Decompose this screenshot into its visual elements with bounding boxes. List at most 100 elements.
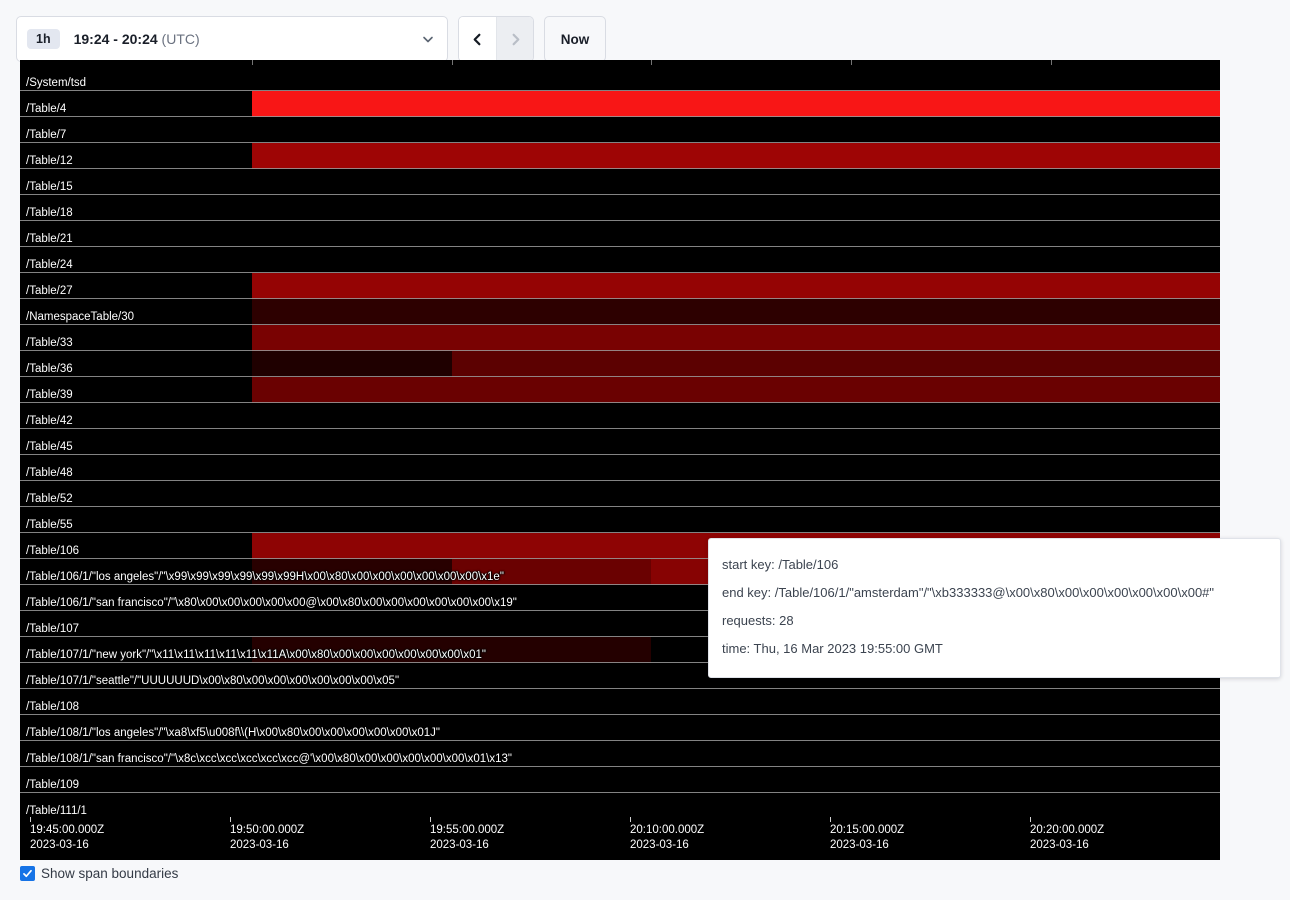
heatmap-cell[interactable] <box>651 767 851 793</box>
heatmap-cell[interactable] <box>1051 143 1220 169</box>
heatmap-cell[interactable] <box>20 351 252 377</box>
heatmap-cell[interactable] <box>20 533 252 559</box>
heatmap-cell[interactable] <box>452 585 651 611</box>
heatmap-cell[interactable] <box>252 559 452 585</box>
heatmap-cell[interactable] <box>20 221 252 247</box>
heatmap-cell[interactable] <box>651 169 851 195</box>
heatmap-cell[interactable] <box>1051 767 1220 793</box>
heatmap-cell[interactable] <box>252 429 452 455</box>
heatmap-cell[interactable] <box>452 793 651 817</box>
heatmap-row[interactable]: /NamespaceTable/30 <box>20 299 1220 325</box>
heatmap-cell[interactable] <box>252 715 452 741</box>
heatmap-cell[interactable] <box>651 91 851 117</box>
heatmap-row[interactable]: /Table/42 <box>20 403 1220 429</box>
heatmap-cell[interactable] <box>1051 715 1220 741</box>
heatmap-cell[interactable] <box>20 273 252 299</box>
heatmap-cell[interactable] <box>252 169 452 195</box>
heatmap-cell[interactable] <box>851 481 1051 507</box>
heatmap-cell[interactable] <box>1051 299 1220 325</box>
heatmap-row[interactable]: /Table/48 <box>20 455 1220 481</box>
heatmap-cell[interactable] <box>1051 221 1220 247</box>
heatmap-cell[interactable] <box>452 325 651 351</box>
heatmap-cell[interactable] <box>851 169 1051 195</box>
heatmap-row[interactable]: /Table/27 <box>20 273 1220 299</box>
heatmap-cell[interactable] <box>1051 403 1220 429</box>
heatmap-row[interactable]: /Table/111/1 <box>20 793 1220 817</box>
heatmap-cell[interactable] <box>20 663 252 689</box>
heatmap-cell[interactable] <box>20 481 252 507</box>
show-span-boundaries-label[interactable]: Show span boundaries <box>41 866 178 881</box>
heatmap-cell[interactable] <box>452 91 651 117</box>
heatmap-cell[interactable] <box>252 533 452 559</box>
heatmap-cell[interactable] <box>1051 117 1220 143</box>
heatmap-cell[interactable] <box>252 793 452 817</box>
heatmap-cell[interactable] <box>252 689 452 715</box>
heatmap-cell[interactable] <box>452 715 651 741</box>
heatmap-row[interactable]: /Table/52 <box>20 481 1220 507</box>
heatmap-cell[interactable] <box>20 715 252 741</box>
heatmap-row[interactable]: /Table/12 <box>20 143 1220 169</box>
heatmap-row[interactable]: /Table/24 <box>20 247 1220 273</box>
heatmap-cell[interactable] <box>252 611 452 637</box>
heatmap-row[interactable]: /Table/108 <box>20 689 1220 715</box>
heatmap-cell[interactable] <box>20 299 252 325</box>
heatmap-cell[interactable] <box>452 351 651 377</box>
heatmap-cell[interactable] <box>252 481 452 507</box>
heatmap-cell[interactable] <box>252 325 452 351</box>
heatmap-cell[interactable] <box>20 169 252 195</box>
heatmap-cell[interactable] <box>851 741 1051 767</box>
heatmap-cell[interactable] <box>452 481 651 507</box>
heatmap-cell[interactable] <box>252 299 452 325</box>
heatmap-row[interactable]: /Table/4 <box>20 91 1220 117</box>
time-range-picker[interactable]: 1h 19:24 - 20:24 (UTC) <box>16 16 448 62</box>
heatmap-row[interactable]: /Table/21 <box>20 221 1220 247</box>
heatmap-cell[interactable] <box>651 793 851 817</box>
heatmap-row[interactable]: /Table/55 <box>20 507 1220 533</box>
heatmap-cell[interactable] <box>252 143 452 169</box>
show-span-boundaries-checkbox[interactable] <box>20 866 35 881</box>
next-range-button[interactable] <box>496 17 533 61</box>
heatmap-cell[interactable] <box>20 507 252 533</box>
heatmap-row[interactable]: /Table/39 <box>20 377 1220 403</box>
heatmap-cell[interactable] <box>452 273 651 299</box>
heatmap-cell[interactable] <box>651 299 851 325</box>
heatmap-cell[interactable] <box>20 585 252 611</box>
heatmap-cell[interactable] <box>1051 91 1220 117</box>
heatmap-row[interactable]: /Table/45 <box>20 429 1220 455</box>
heatmap-row[interactable]: /Table/33 <box>20 325 1220 351</box>
heatmap-cell[interactable] <box>252 455 452 481</box>
heatmap-cell[interactable] <box>452 533 651 559</box>
heatmap-cell[interactable] <box>252 507 452 533</box>
heatmap-cell[interactable] <box>20 611 252 637</box>
heatmap-cell[interactable] <box>1051 195 1220 221</box>
heatmap-cell[interactable] <box>252 767 452 793</box>
heatmap-cell[interactable] <box>20 65 252 91</box>
heatmap-cell[interactable] <box>1051 481 1220 507</box>
heatmap-cell[interactable] <box>651 741 851 767</box>
heatmap-cell[interactable] <box>651 689 851 715</box>
heatmap-cell[interactable] <box>452 65 651 91</box>
heatmap-cell[interactable] <box>252 637 452 663</box>
heatmap-cell[interactable] <box>1051 455 1220 481</box>
heatmap-cell[interactable] <box>651 403 851 429</box>
heatmap-cell[interactable] <box>452 507 651 533</box>
heatmap-cell[interactable] <box>651 325 851 351</box>
heatmap-row[interactable]: /Table/15 <box>20 169 1220 195</box>
heatmap-cell[interactable] <box>651 377 851 403</box>
heatmap-cell[interactable] <box>20 559 252 585</box>
previous-range-button[interactable] <box>459 17 496 61</box>
heatmap-cell[interactable] <box>851 377 1051 403</box>
heatmap-row[interactable]: /System/tsd <box>20 65 1220 91</box>
heatmap-cell[interactable] <box>452 663 651 689</box>
heatmap-cell[interactable] <box>20 403 252 429</box>
heatmap-cell[interactable] <box>452 689 651 715</box>
heatmap-cell[interactable] <box>851 793 1051 817</box>
heatmap-cell[interactable] <box>1051 377 1220 403</box>
heatmap-cell[interactable] <box>1051 65 1220 91</box>
heatmap-cell[interactable] <box>651 715 851 741</box>
heatmap-cell[interactable] <box>851 143 1051 169</box>
heatmap-cell[interactable] <box>651 273 851 299</box>
heatmap-cell[interactable] <box>651 195 851 221</box>
heatmap-cell[interactable] <box>20 767 252 793</box>
heatmap-cell[interactable] <box>851 65 1051 91</box>
